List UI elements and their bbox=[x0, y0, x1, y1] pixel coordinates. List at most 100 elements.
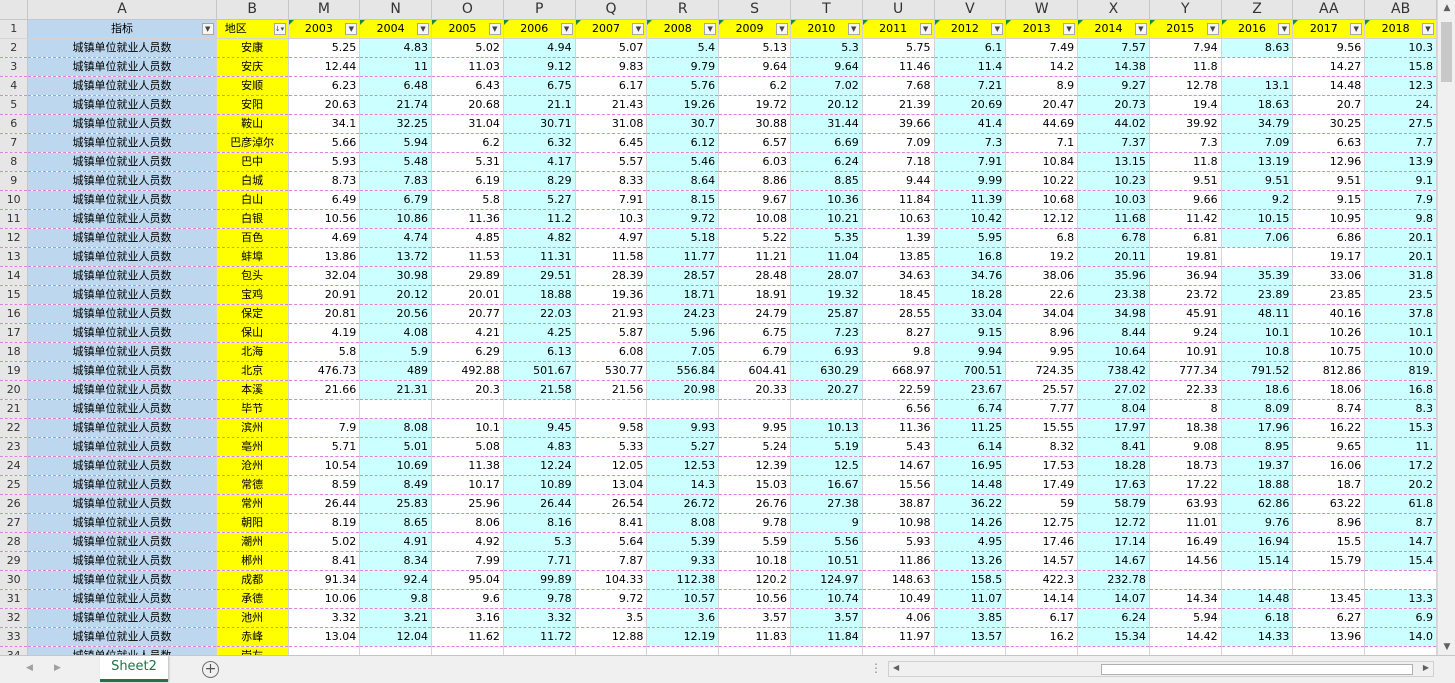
value-cell[interactable]: 34.63 bbox=[862, 266, 935, 286]
filter-dropdown-icon[interactable]: ▼ bbox=[560, 22, 573, 35]
value-cell[interactable]: 30.7 bbox=[646, 114, 720, 134]
value-cell[interactable]: 5.18 bbox=[646, 228, 720, 248]
indicator-cell[interactable]: 城镇单位就业人员数 bbox=[27, 475, 217, 495]
header-cell-year[interactable]: 2010 ▼ bbox=[790, 19, 863, 39]
value-cell[interactable]: 13.19 bbox=[1221, 152, 1294, 172]
value-cell[interactable]: 11.03 bbox=[431, 57, 504, 77]
value-cell[interactable]: 20.3 bbox=[431, 380, 504, 400]
value-cell[interactable]: 19.26 bbox=[646, 95, 720, 115]
value-cell[interactable]: 8.64 bbox=[646, 171, 720, 191]
value-cell[interactable]: 10.23 bbox=[1077, 171, 1150, 191]
column-header[interactable]: M bbox=[288, 0, 361, 20]
value-cell[interactable]: 10.98 bbox=[862, 513, 935, 533]
value-cell[interactable]: 28.07 bbox=[790, 266, 863, 286]
data-table[interactable]: A B M N O P Q R S T U V W X Y Z AA AB 1 指标 ▼ 地区 ↓▾ 2003 ▼ 2004 ▼ 20… bbox=[0, 0, 1437, 655]
value-cell[interactable]: 9.51 bbox=[1292, 171, 1366, 191]
column-header[interactable]: AA bbox=[1292, 0, 1366, 20]
value-cell[interactable]: 6.86 bbox=[1292, 228, 1366, 248]
row-header[interactable]: 30 bbox=[0, 570, 29, 590]
filter-dropdown-icon[interactable]: ▼ bbox=[488, 22, 501, 35]
indicator-cell[interactable]: 城镇单位就业人员数 bbox=[27, 608, 217, 628]
value-cell[interactable]: 12.5 bbox=[790, 456, 863, 476]
column-header[interactable]: A bbox=[27, 0, 217, 20]
region-cell[interactable]: 北京 bbox=[216, 361, 289, 381]
value-cell[interactable]: 20.68 bbox=[431, 95, 504, 115]
filter-dropdown-icon[interactable]: ▼ bbox=[1206, 22, 1219, 35]
value-cell[interactable]: 15.5 bbox=[1292, 532, 1366, 552]
value-cell[interactable] bbox=[503, 646, 576, 655]
value-cell[interactable]: 5.71 bbox=[288, 437, 361, 457]
value-cell[interactable]: 8.06 bbox=[431, 513, 504, 533]
table-row[interactable]: 2 城镇单位就业人员数 安康 5.25 4.83 5.02 4.94 5.07 5.4 5.13 5… bbox=[0, 38, 1437, 58]
value-cell[interactable]: 6.75 bbox=[718, 323, 791, 343]
value-cell[interactable]: 7.87 bbox=[575, 551, 648, 571]
value-cell[interactable]: 59 bbox=[1005, 494, 1079, 514]
value-cell[interactable] bbox=[1221, 57, 1294, 77]
filter-dropdown-icon[interactable]: ▼ bbox=[991, 22, 1004, 35]
value-cell[interactable]: 10.75 bbox=[1292, 342, 1366, 362]
value-cell[interactable]: 13.9 bbox=[1364, 152, 1437, 172]
value-cell[interactable]: 7.37 bbox=[1077, 133, 1150, 153]
value-cell[interactable]: 9.8 bbox=[359, 589, 433, 609]
indicator-cell[interactable]: 城镇单位就业人员数 bbox=[27, 76, 217, 96]
value-cell[interactable]: 38.87 bbox=[862, 494, 935, 514]
indicator-cell[interactable]: 城镇单位就业人员数 bbox=[27, 152, 217, 172]
value-cell[interactable]: 10.17 bbox=[431, 475, 504, 495]
value-cell[interactable]: 20.2 bbox=[1364, 475, 1437, 495]
value-cell[interactable]: 11.72 bbox=[503, 627, 576, 647]
row-header[interactable]: 29 bbox=[0, 551, 29, 571]
value-cell[interactable]: 9.51 bbox=[1221, 171, 1294, 191]
value-cell[interactable]: 4.17 bbox=[503, 152, 576, 172]
value-cell[interactable]: 15.34 bbox=[1077, 627, 1150, 647]
table-row[interactable]: 22 城镇单位就业人员数 滨州 7.9 8.08 10.1 9.45 9.58 9.93 9.95… bbox=[0, 418, 1437, 438]
indicator-cell[interactable]: 城镇单位就业人员数 bbox=[27, 285, 217, 305]
table-row[interactable]: 21 城镇单位就业人员数 毕节 6.56 6.74 7.77 8.04 8 8.09 8.74 8.… bbox=[0, 399, 1437, 419]
value-cell[interactable]: 63.93 bbox=[1149, 494, 1222, 514]
value-cell[interactable]: 18.38 bbox=[1149, 418, 1222, 438]
value-cell[interactable]: 6.2 bbox=[718, 76, 791, 96]
value-cell[interactable]: 4.94 bbox=[503, 38, 576, 58]
value-cell[interactable]: 148.63 bbox=[862, 570, 935, 590]
value-cell[interactable]: 21.31 bbox=[359, 380, 433, 400]
value-cell[interactable]: 20.01 bbox=[431, 285, 504, 305]
value-cell[interactable]: 44.02 bbox=[1077, 114, 1150, 134]
value-cell[interactable]: 8.04 bbox=[1077, 399, 1150, 419]
value-cell[interactable]: 9.93 bbox=[646, 418, 720, 438]
table-row[interactable]: 11 城镇单位就业人员数 白银 10.56 10.86 11.36 11.2 10.3 9.72… bbox=[0, 209, 1437, 229]
region-cell[interactable]: 沧州 bbox=[216, 456, 289, 476]
value-cell[interactable]: 5.75 bbox=[862, 38, 935, 58]
value-cell[interactable]: 11.53 bbox=[431, 247, 504, 267]
value-cell[interactable]: 34.98 bbox=[1077, 304, 1150, 324]
indicator-cell[interactable]: 城镇单位就业人员数 bbox=[27, 323, 217, 343]
column-header[interactable]: N bbox=[359, 0, 433, 20]
indicator-cell[interactable]: 城镇单位就业人员数 bbox=[27, 646, 217, 655]
value-cell[interactable]: 5.94 bbox=[359, 133, 433, 153]
value-cell[interactable]: 5.08 bbox=[431, 437, 504, 457]
value-cell[interactable]: 24.23 bbox=[646, 304, 720, 324]
next-sheet-icon[interactable]: ▶ bbox=[54, 663, 61, 673]
table-row[interactable]: 26 城镇单位就业人员数 常州 26.44 25.83 25.96 26.44 26.54 26… bbox=[0, 494, 1437, 514]
region-cell[interactable]: 郴州 bbox=[216, 551, 289, 571]
value-cell[interactable]: 20.7 bbox=[1292, 95, 1366, 115]
value-cell[interactable]: 8.08 bbox=[646, 513, 720, 533]
horizontal-scroll-thumb[interactable] bbox=[1101, 664, 1413, 675]
value-cell[interactable]: 22.33 bbox=[1149, 380, 1222, 400]
column-header[interactable]: Y bbox=[1149, 0, 1222, 20]
value-cell[interactable]: 19.4 bbox=[1149, 95, 1222, 115]
filter-dropdown-icon[interactable]: ▼ bbox=[1063, 22, 1076, 35]
value-cell[interactable]: 10.3 bbox=[1364, 38, 1437, 58]
value-cell[interactable]: 5.64 bbox=[575, 532, 648, 552]
value-cell[interactable]: 12.78 bbox=[1149, 76, 1222, 96]
indicator-cell[interactable]: 城镇单位就业人员数 bbox=[27, 627, 217, 647]
column-header[interactable]: Z bbox=[1221, 0, 1294, 20]
value-cell[interactable]: 14.26 bbox=[934, 513, 1007, 533]
region-cell[interactable]: 亳州 bbox=[216, 437, 289, 457]
value-cell[interactable]: 7.05 bbox=[646, 342, 720, 362]
value-cell[interactable]: 12.3 bbox=[1364, 76, 1437, 96]
value-cell[interactable]: 27.5 bbox=[1364, 114, 1437, 134]
value-cell[interactable]: 18.71 bbox=[646, 285, 720, 305]
value-cell[interactable] bbox=[575, 399, 648, 419]
value-cell[interactable]: 20.1 bbox=[1364, 228, 1437, 248]
value-cell[interactable]: 9.94 bbox=[934, 342, 1007, 362]
value-cell[interactable]: 19.36 bbox=[575, 285, 648, 305]
